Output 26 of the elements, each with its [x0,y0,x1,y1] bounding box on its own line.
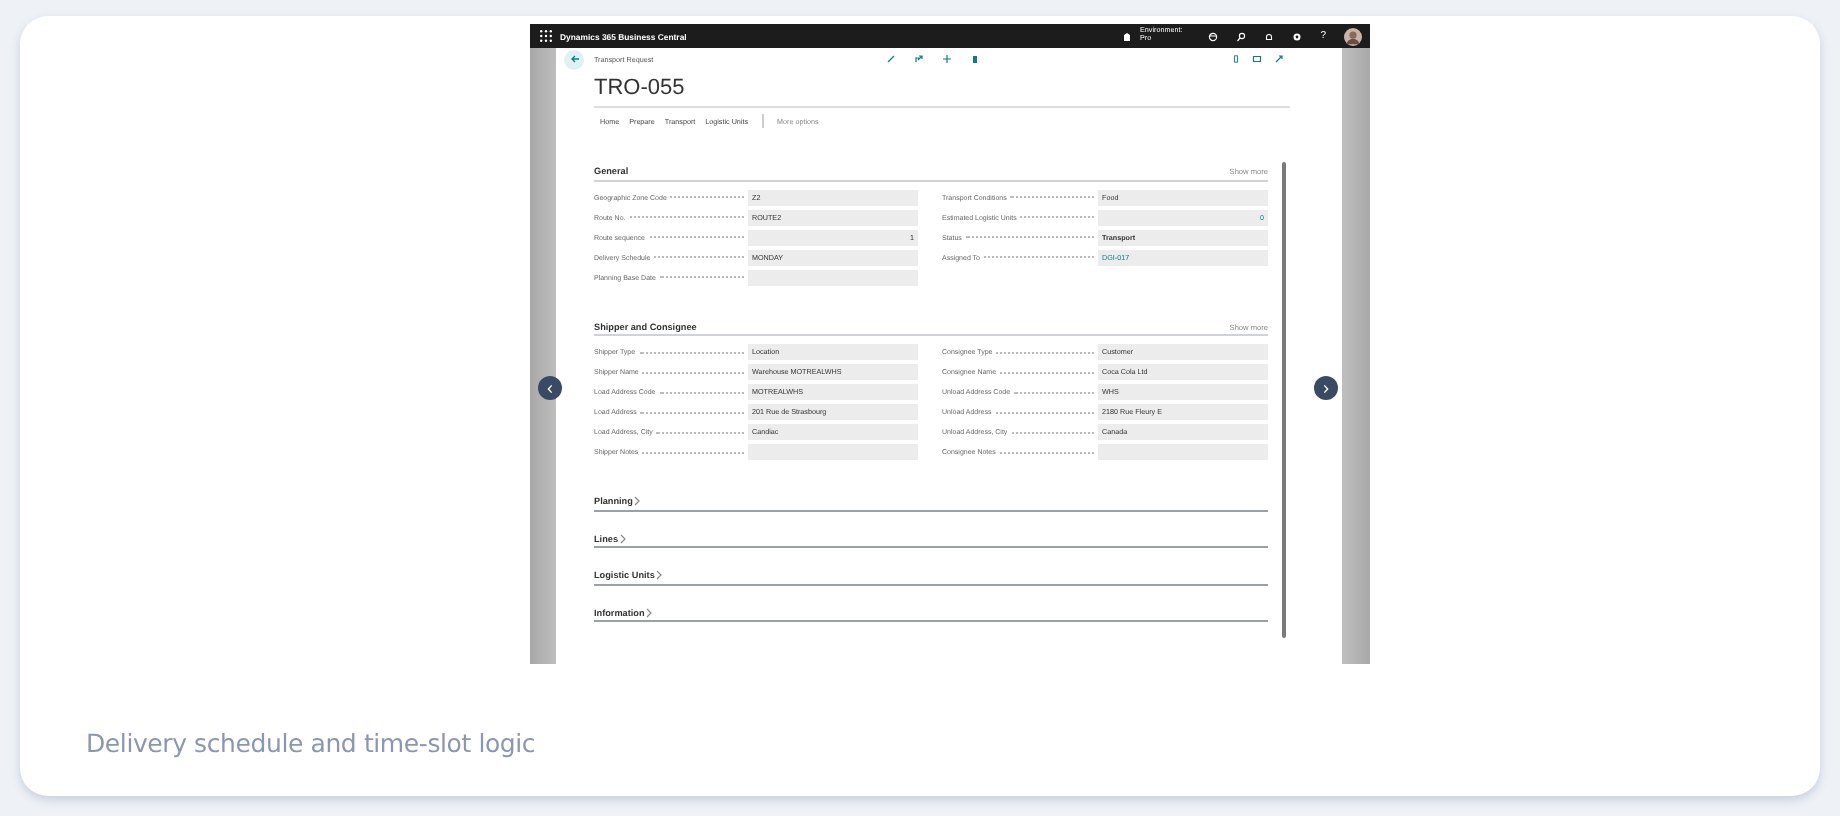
building-icon[interactable] [1122,31,1133,41]
trash-icon[interactable] [970,54,980,64]
page-title: TRO-055 [594,76,687,100]
avatar-icon[interactable] [1344,27,1362,45]
plus-icon[interactable] [942,54,952,64]
app-launcher-icon[interactable] [540,30,552,42]
expand-icon[interactable] [1274,54,1284,64]
chevron-icon[interactable] [634,496,641,506]
arrow-icon [569,54,579,64]
pencil-icon[interactable] [886,54,896,64]
chevron-icon [1322,383,1330,393]
window-icon[interactable] [1252,54,1262,64]
bookmark-icon[interactable] [1232,54,1240,64]
previous-button[interactable] [538,376,562,400]
share-icon[interactable] [914,54,924,64]
search-icon[interactable] [1236,31,1247,41]
chevron-icon[interactable] [646,607,653,617]
settings-icon[interactable] [1292,31,1303,41]
globe-icon[interactable] [1208,31,1219,41]
chevron-icon[interactable] [620,533,626,543]
chevron-icon[interactable] [656,570,663,580]
caption-text: Delivery schedule and time-slot logic [86,728,536,758]
bell-icon[interactable] [1264,31,1275,41]
chevron-icon [546,383,554,393]
scroll-bar[interactable] [1282,162,1286,638]
back-button[interactable] [564,49,584,69]
